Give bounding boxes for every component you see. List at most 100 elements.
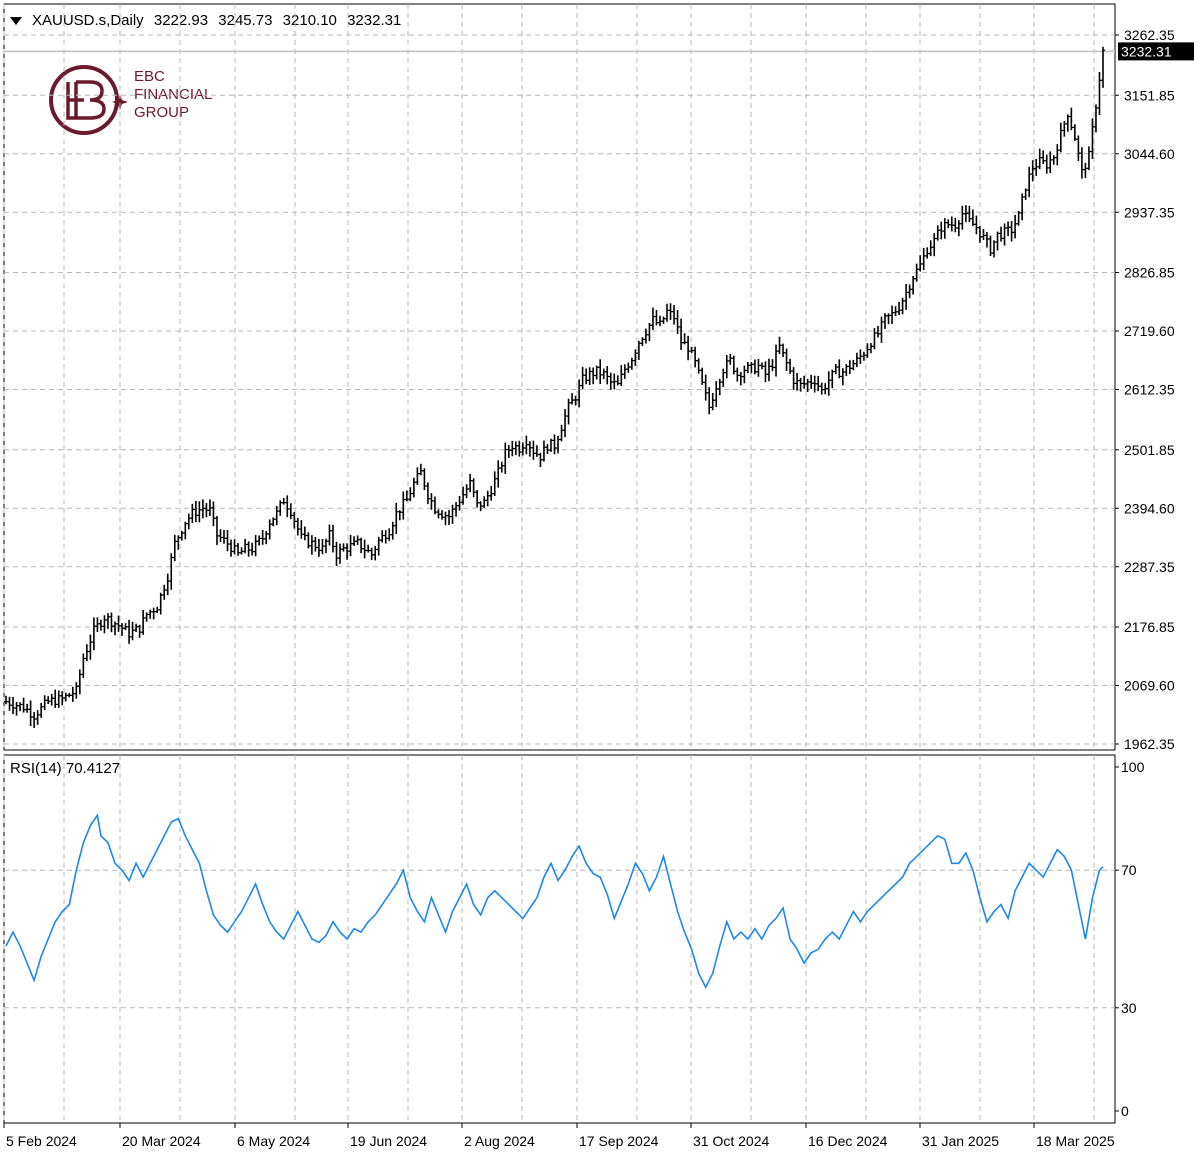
ohlc-bar bbox=[999, 226, 1004, 242]
ohlc-bar bbox=[615, 375, 620, 386]
ohlc-bar bbox=[429, 493, 434, 510]
rsi-tick-label: 100 bbox=[1121, 759, 1145, 775]
ohlc-bar bbox=[348, 535, 353, 557]
ohlc-bar bbox=[1044, 154, 1049, 174]
ohlc-bar bbox=[763, 361, 768, 383]
ohlc-bar bbox=[1023, 188, 1028, 200]
ohlc-bar bbox=[749, 362, 754, 374]
ohlc-bar bbox=[98, 619, 103, 631]
axis-labels: 3262.35 3151.85 3044.60 2937.35 2826.85 2719.… bbox=[3, 27, 1194, 1149]
ohlc-bar bbox=[1097, 71, 1102, 116]
ohlc-bar bbox=[478, 501, 483, 512]
price-tick-label: 1962.35 bbox=[1124, 736, 1175, 752]
ohlc-bar bbox=[935, 225, 940, 241]
ohlc-bar bbox=[974, 215, 979, 235]
date-tick-label: 18 Mar 2025 bbox=[1036, 1133, 1115, 1149]
ohlc-bar bbox=[826, 371, 831, 396]
ohlc-bar bbox=[520, 442, 525, 456]
ohlc-bar bbox=[144, 612, 149, 622]
ohlc-bar bbox=[830, 369, 835, 389]
ohlc-bar bbox=[183, 521, 188, 540]
ohlc-bar bbox=[837, 359, 842, 379]
ohlc-bar bbox=[735, 367, 740, 382]
ohlc-bar bbox=[112, 621, 117, 636]
ohlc-bar bbox=[408, 487, 413, 502]
ohlc-bar bbox=[260, 529, 265, 545]
ohlc-bar bbox=[939, 221, 944, 240]
ohlc-bar bbox=[552, 434, 557, 455]
ohlc-bar bbox=[774, 344, 779, 377]
ohlc-bar bbox=[1055, 144, 1060, 166]
ohlc-bar bbox=[32, 711, 37, 728]
ohlc-bar bbox=[1086, 146, 1091, 171]
ohlc-bar bbox=[1065, 114, 1070, 132]
price-tick-label: 2937.35 bbox=[1124, 204, 1175, 220]
ohlc-bar bbox=[49, 693, 54, 706]
ohlc-bar bbox=[833, 364, 838, 375]
price-tick-label: 2287.35 bbox=[1124, 559, 1175, 575]
ohlc-bar bbox=[323, 538, 328, 554]
ohlc-bar bbox=[109, 612, 114, 633]
ohlc-bar bbox=[46, 696, 51, 704]
ohlc-bar bbox=[570, 393, 575, 405]
ohlc-bar bbox=[513, 441, 518, 456]
ohlc-bar bbox=[369, 547, 374, 561]
ohlc-bar bbox=[376, 536, 381, 556]
ohlc-bar bbox=[1062, 121, 1067, 137]
ohlc-bar bbox=[253, 535, 258, 557]
ohlc-bar bbox=[657, 315, 662, 327]
ohlc-bar bbox=[4, 695, 8, 705]
ohlc-bar bbox=[418, 463, 423, 476]
ohlc-bar bbox=[770, 359, 775, 372]
ohlc-bar bbox=[1006, 221, 1011, 236]
ohlc-bar bbox=[893, 306, 898, 317]
ohlc-bar bbox=[443, 511, 448, 526]
ohlc-bar bbox=[714, 381, 719, 407]
ohlc-bar bbox=[784, 348, 789, 371]
ohlc-bar bbox=[946, 219, 951, 229]
ohlc-bar bbox=[580, 366, 585, 389]
ohlc-bar bbox=[1009, 221, 1014, 242]
ohlc-bar bbox=[1101, 46, 1105, 88]
ohlc-bar bbox=[471, 478, 476, 498]
ohlc-bar bbox=[274, 506, 279, 526]
ohlc-bar bbox=[88, 634, 93, 660]
ohlc-bar bbox=[584, 368, 589, 385]
ohlc-bar bbox=[1076, 135, 1081, 161]
ohlc-bar bbox=[1002, 223, 1007, 246]
ohlc-bar bbox=[56, 690, 61, 708]
ohlc-bar bbox=[155, 606, 160, 614]
ohlc-bar bbox=[193, 501, 198, 523]
ohlc-bar bbox=[394, 502, 399, 535]
ohlc-bar bbox=[229, 539, 234, 557]
ohlc-bar bbox=[1069, 107, 1074, 131]
ohlc-bar bbox=[1020, 193, 1025, 221]
ohlc-bar bbox=[77, 669, 82, 695]
ohlc-bar bbox=[612, 373, 617, 390]
ohlc-bar bbox=[482, 496, 487, 508]
ohlc-bar bbox=[665, 303, 670, 322]
date-tick-label: 6 May 2024 bbox=[237, 1133, 310, 1149]
ohlc-bar bbox=[672, 304, 677, 325]
ohlc-bar bbox=[605, 365, 610, 385]
ohlc-bar bbox=[334, 541, 339, 567]
price-tick-label: 3262.35 bbox=[1124, 27, 1175, 43]
ohlc-bar bbox=[271, 517, 276, 527]
ohlc-bar bbox=[766, 358, 771, 382]
price-tick-label: 2826.85 bbox=[1124, 265, 1175, 281]
ohlc-bar bbox=[1072, 124, 1077, 141]
ohlc-bar bbox=[622, 364, 627, 379]
ohlc-bar bbox=[267, 519, 272, 540]
chart-canvas[interactable]: 3262.35 3151.85 3044.60 2937.35 2826.85 2719.… bbox=[0, 0, 1200, 1160]
ohlc-bar bbox=[1016, 210, 1021, 226]
ohlc-bar bbox=[1013, 214, 1018, 239]
ohlc-bar bbox=[967, 205, 972, 223]
ohlc-bar bbox=[900, 297, 905, 315]
ohlc-bar bbox=[14, 701, 19, 716]
price-tick-label: 2176.85 bbox=[1124, 619, 1175, 635]
ohlc-bar bbox=[795, 373, 800, 391]
price-tick-label: 3151.85 bbox=[1124, 87, 1175, 103]
ohlc-bar bbox=[496, 460, 501, 488]
ohlc-bar bbox=[7, 696, 12, 711]
ohlc-bar bbox=[499, 461, 504, 473]
